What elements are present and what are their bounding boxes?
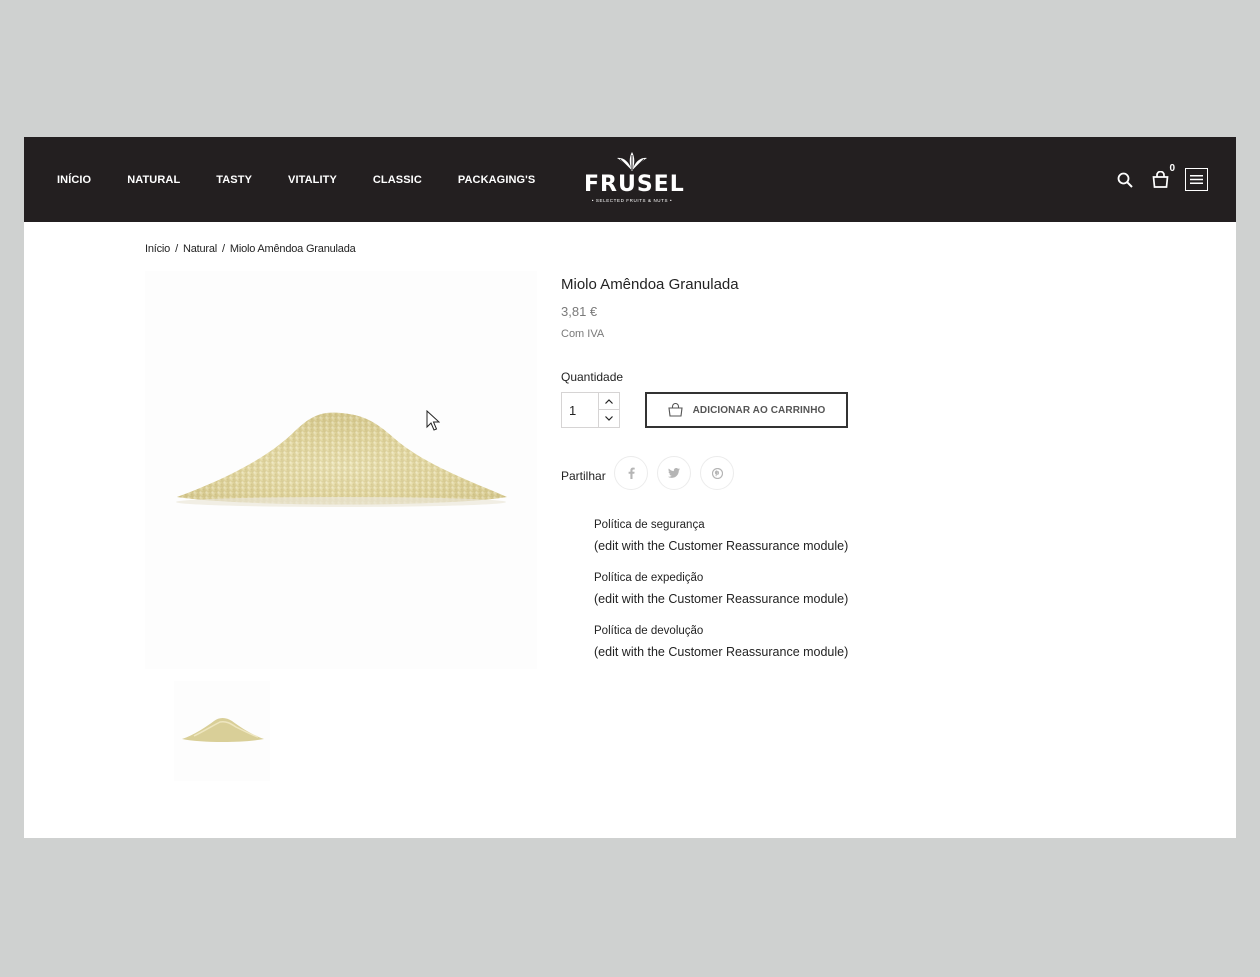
facebook-share-button[interactable] [614,456,648,490]
page-frame: INÍCIO NATURAL TASTY VITALITY CLASSIC PA… [24,137,1236,838]
facebook-icon [628,467,635,479]
nav-item-tasty[interactable]: TASTY [216,174,252,186]
cart-button[interactable]: 0 [1149,163,1175,191]
add-to-cart-label: ADICIONAR AO CARRINHO [692,404,826,416]
breadcrumb: Início / Natural / Miolo Amêndoa Granulada [145,243,356,255]
nav-item-vitality[interactable]: VITALITY [288,174,337,186]
reassurance-item: Política de expedição (edit with the Cus… [594,568,848,610]
reassurance-title: Política de devolução [594,625,704,637]
breadcrumb-category[interactable]: Natural [183,243,217,255]
reassurance-description: (edit with the Customer Reassurance modu… [594,592,849,606]
nav-item-packagings[interactable]: PACKAGING'S [458,174,535,186]
mouse-pointer-icon [426,410,440,431]
site-logo[interactable]: FRUSEL • SELECTED FRUITS & NUTS • [584,151,685,209]
product-title: Miolo Amêndoa Granulada [561,276,739,293]
pinterest-icon [711,467,723,479]
reassurance-title: Política de segurança [594,519,705,531]
pinterest-share-button[interactable] [700,456,734,490]
reassurance-title: Política de expedição [594,572,704,584]
search-icon[interactable] [1115,170,1135,190]
breadcrumb-home[interactable]: Início [145,243,170,255]
quantity-label: Quantidade [561,370,624,384]
nav-item-inicio[interactable]: INÍCIO [57,174,91,186]
quantity-increase-button[interactable] [598,393,619,410]
breadcrumb-separator: / [175,243,178,255]
share-label: Partilhar [561,469,606,483]
twitter-icon [668,468,680,478]
header-actions: 0 [1115,137,1208,222]
twitter-share-button[interactable] [657,456,691,490]
logo-name: FRUSEL [584,172,685,197]
quantity-decrease-button[interactable] [598,410,619,427]
reassurance-description: (edit with the Customer Reassurance modu… [594,645,849,659]
reassurance-description: (edit with the Customer Reassurance modu… [594,539,849,553]
leaf-logo-icon [617,152,647,171]
product-main-image[interactable] [145,271,537,669]
breadcrumb-current: Miolo Amêndoa Granulada [229,243,356,255]
reassurance-item: Política de devolução (edit with the Cus… [594,621,848,663]
tax-label: Com IVA [561,328,605,340]
nav-item-classic[interactable]: CLASSIC [373,174,422,186]
chevron-down-icon [605,416,613,421]
site-header: INÍCIO NATURAL TASTY VITALITY CLASSIC PA… [24,137,1236,222]
cart-count-badge: 0 [1169,162,1175,174]
cart-icon [1152,171,1168,188]
breadcrumb-separator: / [222,243,225,255]
logo-tagline: • SELECTED FRUITS & NUTS • [591,198,673,203]
product-thumbnail[interactable] [174,681,270,781]
menu-icon[interactable] [1185,168,1208,191]
quantity-input[interactable] [562,393,600,427]
product-price: 3,81 € [561,304,598,319]
reassurance-item: Política de segurança (edit with the Cus… [594,515,848,557]
add-to-cart-button[interactable]: ADICIONAR AO CARRINHO [645,392,848,428]
main-nav: INÍCIO NATURAL TASTY VITALITY CLASSIC PA… [57,137,535,222]
quantity-stepper [561,392,620,428]
shopping-bag-icon [667,403,683,417]
nav-item-natural[interactable]: NATURAL [127,174,180,186]
chevron-up-icon [605,398,613,404]
